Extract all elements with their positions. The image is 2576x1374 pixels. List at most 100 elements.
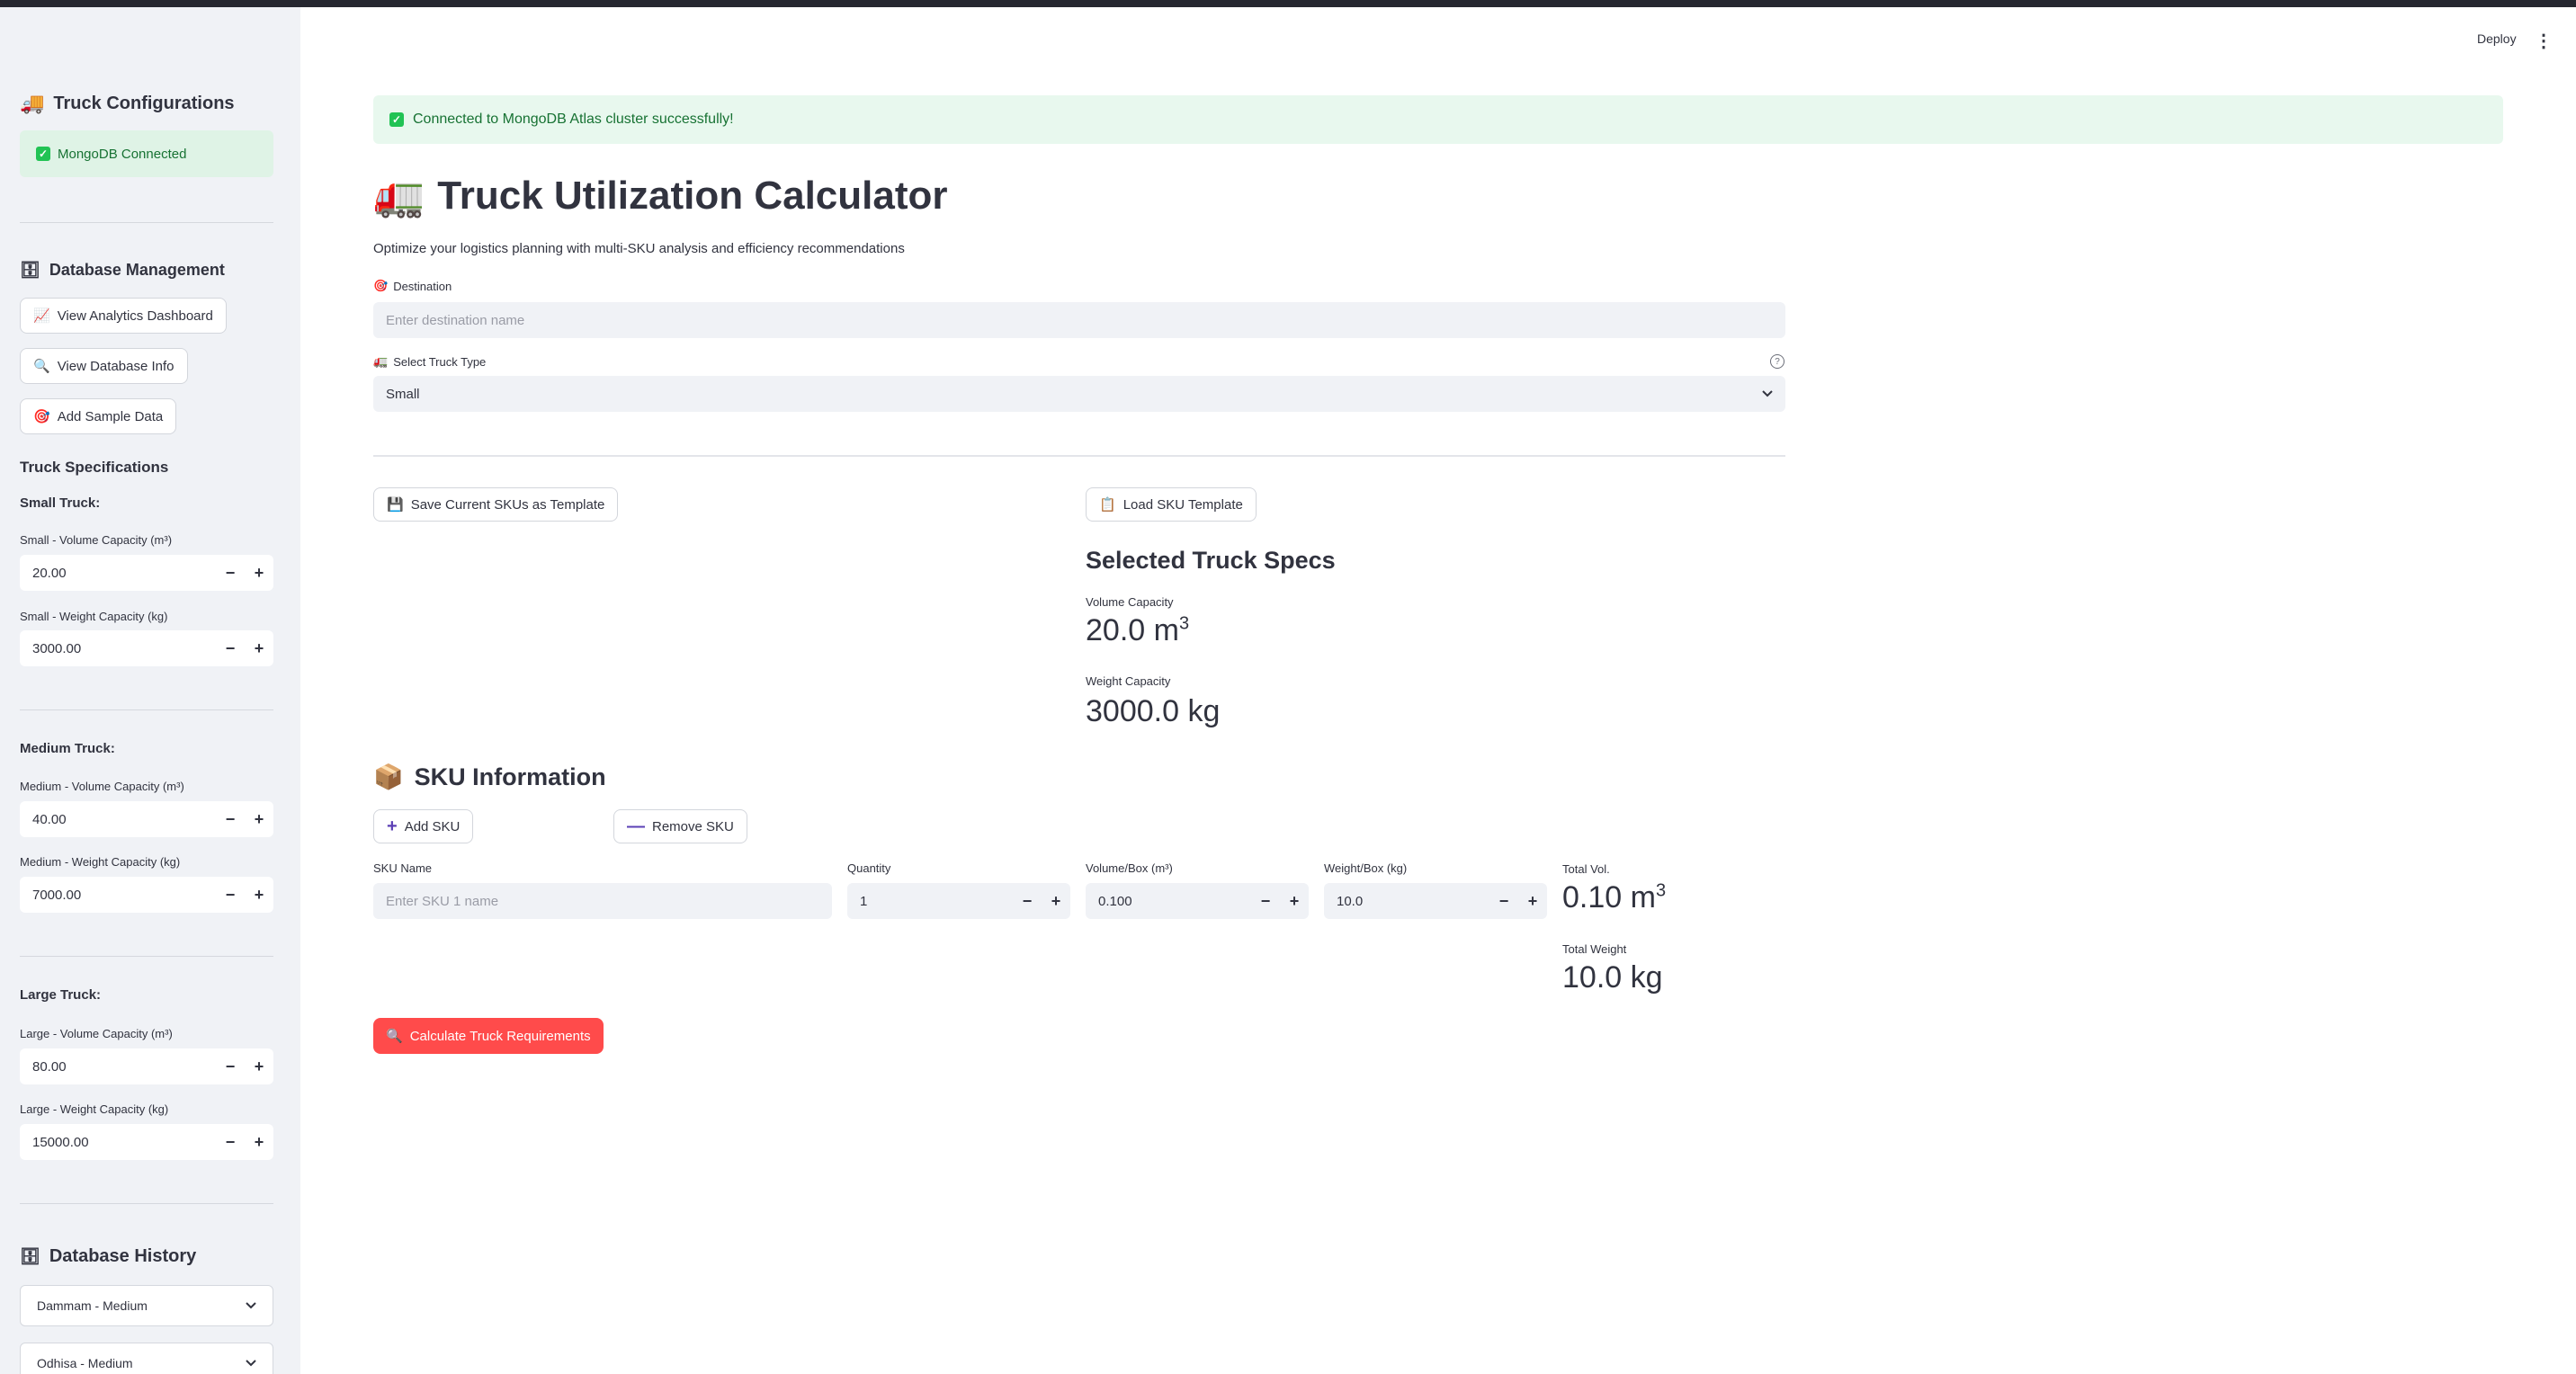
medium-weight-label: Medium - Weight Capacity (kg) — [20, 855, 181, 869]
plus-icon: + — [387, 816, 398, 836]
chevron-down-icon — [246, 1302, 256, 1309]
weight-capacity-value: 3000.0 kg — [1086, 694, 1221, 728]
decrement-button[interactable]: − — [216, 1133, 245, 1152]
increment-button[interactable]: + — [1518, 892, 1547, 911]
large-volume-input[interactable]: 80.00 − + — [20, 1048, 273, 1084]
increment-button[interactable]: + — [245, 886, 273, 905]
weight-per-box-stepper[interactable]: 10.0 − + — [1324, 883, 1547, 919]
sidebar: 🚚 Truck Configurations ✓ MongoDB Connect… — [0, 7, 300, 1374]
increment-button[interactable]: + — [245, 1133, 273, 1152]
load-template-button[interactable]: 📋 Load SKU Template — [1086, 487, 1257, 522]
volume-capacity-value: 20.0 m3 — [1086, 613, 1190, 647]
large-weight-input[interactable]: 15000.00 − + — [20, 1124, 273, 1160]
decrement-button[interactable]: − — [1251, 892, 1280, 911]
small-weight-label: Small - Weight Capacity (kg) — [20, 610, 168, 623]
truck-icon: 🚛 — [373, 354, 389, 368]
connection-success-alert: ✓ Connected to MongoDB Atlas cluster suc… — [373, 95, 2503, 144]
small-truck-heading: Small Truck: — [20, 495, 101, 511]
floppy-disk-icon: 💾 — [387, 497, 404, 513]
small-weight-input[interactable]: 3000.00 − + — [20, 630, 273, 666]
total-volume-value: 0.10 m3 — [1562, 880, 1667, 915]
total-volume-label: Total Vol. — [1562, 862, 1610, 876]
main-menu-icon[interactable]: ⋮ — [2535, 30, 2553, 52]
volume-per-box-stepper[interactable]: 0.100 − + — [1086, 883, 1309, 919]
database-icon: 🗄 — [20, 1247, 40, 1265]
check-icon: ✓ — [36, 147, 50, 161]
weight-capacity-label: Weight Capacity — [1086, 674, 1171, 688]
increment-button[interactable]: + — [1280, 892, 1309, 911]
db-management-heading: 🗄 Database Management — [20, 261, 225, 279]
window-top-bar — [0, 0, 2576, 7]
sku-name-input[interactable]: Enter SKU 1 name — [373, 883, 832, 919]
increment-button[interactable]: + — [1042, 892, 1070, 911]
volume-capacity-label: Volume Capacity — [1086, 595, 1174, 609]
truck-type-select[interactable]: Small — [373, 376, 1785, 412]
large-volume-label: Large - Volume Capacity (m³) — [20, 1027, 173, 1040]
medium-volume-input[interactable]: 40.00 − + — [20, 801, 273, 837]
database-icon: 🗄 — [20, 261, 40, 279]
truck-specifications-heading: Truck Specifications — [20, 459, 169, 476]
mongo-status-alert: ✓ MongoDB Connected — [20, 130, 273, 177]
decrement-button[interactable]: − — [216, 1057, 245, 1076]
decrement-button[interactable]: − — [216, 886, 245, 905]
increment-button[interactable]: + — [245, 639, 273, 658]
database-history-heading: 🗄 Database History — [20, 1246, 197, 1266]
page-caption: Optimize your logistics planning with mu… — [373, 241, 905, 256]
add-sample-data-button[interactable]: 🎯 Add Sample Data — [20, 398, 177, 434]
large-truck-heading: Large Truck: — [20, 987, 102, 1003]
search-icon: 🔍 — [386, 1029, 403, 1044]
chart-icon: 📈 — [33, 308, 50, 324]
volume-per-box-label: Volume/Box (m³) — [1086, 861, 1173, 875]
decrement-button[interactable]: − — [216, 810, 245, 829]
sidebar-divider — [20, 956, 273, 957]
sidebar-divider — [20, 1203, 273, 1204]
destination-input[interactable]: Enter destination name — [373, 302, 1785, 338]
target-icon: 🎯 — [373, 279, 389, 292]
add-sku-button[interactable]: + Add SKU — [373, 809, 474, 843]
view-database-info-button[interactable]: 🔍 View Database Info — [20, 348, 188, 384]
total-weight-label: Total Weight — [1562, 942, 1627, 956]
large-weight-label: Large - Weight Capacity (kg) — [20, 1102, 169, 1116]
quantity-stepper[interactable]: 1 − + — [847, 883, 1070, 919]
decrement-button[interactable]: − — [216, 564, 245, 583]
medium-truck-heading: Medium Truck: — [20, 741, 115, 756]
history-item[interactable]: Dammam - Medium — [20, 1285, 273, 1326]
sku-information-heading: 📦 SKU Information — [373, 763, 606, 791]
small-volume-label: Small - Volume Capacity (m³) — [20, 533, 173, 547]
destination-label: 🎯 Destination — [373, 279, 452, 293]
view-analytics-button[interactable]: 📈 View Analytics Dashboard — [20, 298, 227, 334]
total-weight-value: 10.0 kg — [1562, 960, 1663, 995]
chevron-down-icon — [246, 1360, 256, 1367]
selected-truck-specs-heading: Selected Truck Specs — [1086, 547, 1336, 574]
search-icon: 🔍 — [33, 359, 50, 374]
sku-name-label: SKU Name — [373, 861, 433, 875]
history-item[interactable]: Odhisa - Medium — [20, 1343, 273, 1374]
small-volume-input[interactable]: 20.00 − + — [20, 555, 273, 591]
remove-sku-button[interactable]: — Remove SKU — [613, 809, 747, 843]
decrement-button[interactable]: − — [1489, 892, 1518, 911]
increment-button[interactable]: + — [245, 564, 273, 583]
calculate-button[interactable]: 🔍 Calculate Truck Requirements — [373, 1018, 604, 1054]
decrement-button[interactable]: − — [1013, 892, 1042, 911]
check-icon: ✓ — [389, 112, 404, 127]
quantity-label: Quantity — [847, 861, 891, 875]
sidebar-divider — [20, 709, 273, 710]
medium-weight-input[interactable]: 7000.00 − + — [20, 877, 273, 913]
increment-button[interactable]: + — [245, 1057, 273, 1076]
increment-button[interactable]: + — [245, 810, 273, 829]
minus-icon: — — [627, 816, 645, 836]
save-template-button[interactable]: 💾 Save Current SKUs as Template — [373, 487, 619, 522]
decrement-button[interactable]: − — [216, 639, 245, 658]
chevron-down-icon — [1762, 390, 1773, 397]
weight-per-box-label: Weight/Box (kg) — [1324, 861, 1408, 875]
deploy-button[interactable]: Deploy — [2477, 31, 2517, 46]
truck-icon: 🚚 — [20, 92, 45, 114]
target-icon: 🎯 — [33, 409, 50, 424]
clipboard-icon: 📋 — [1099, 497, 1116, 513]
help-icon[interactable]: ? — [1770, 354, 1784, 369]
medium-volume-label: Medium - Volume Capacity (m³) — [20, 780, 184, 793]
package-icon: 📦 — [373, 763, 404, 790]
truck-type-label: 🚛 Select Truck Type — [373, 354, 487, 369]
sidebar-title: 🚚 Truck Configurations — [20, 92, 235, 114]
page-title: 🚛 Truck Utilization Calculator — [373, 172, 948, 219]
